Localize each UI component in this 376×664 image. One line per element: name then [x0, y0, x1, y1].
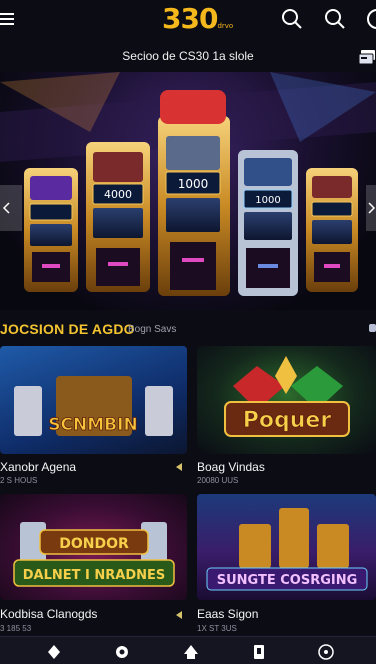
- slot-icon[interactable]: [249, 642, 269, 662]
- slot-machine-4: 1000: [238, 150, 298, 296]
- section-subtitle[interactable]: Bogn Savs: [128, 324, 176, 335]
- slot-machines-illustration: 4000 1000 1000: [0, 72, 376, 296]
- chip-icon[interactable]: [112, 642, 132, 662]
- game-art-3: DONDOR DALNET I NRADNES: [13, 522, 175, 587]
- menu-icon[interactable]: [0, 10, 18, 28]
- logo-text: 330: [162, 2, 218, 35]
- home-icon[interactable]: [181, 642, 201, 662]
- chevron-right-icon: [368, 202, 376, 214]
- promo-text: Secioo de CS30 1a slole: [122, 49, 254, 63]
- search-icon[interactable]: [324, 8, 346, 30]
- top-header: 330drvo: [0, 0, 376, 42]
- card-icon[interactable]: [359, 49, 376, 65]
- hero-banner[interactable]: 4000 1000 1000: [0, 72, 376, 310]
- slot-machine-5: [306, 168, 358, 292]
- section-header: JOCSION DE AGDO Bogn Savs: [0, 316, 376, 344]
- brand-logo[interactable]: 330drvo: [162, 2, 233, 35]
- game-art-4: SUNGTE COSRGING: [206, 508, 368, 591]
- banner-prev-button[interactable]: [0, 185, 22, 231]
- game-art-3-text-b: DALNET I NRADNES: [23, 568, 166, 583]
- game-art-2-text: Poquer: [243, 408, 332, 433]
- account-icon[interactable]: [316, 642, 336, 662]
- game-art-1: SCNMBIN: [14, 376, 173, 436]
- machine-2-counter: 4000: [104, 188, 132, 201]
- play-arrow-icon[interactable]: [176, 463, 182, 471]
- game-art-2: Poquer: [224, 356, 350, 437]
- search-icon[interactable]: [281, 8, 303, 30]
- diamond-icon[interactable]: [44, 642, 64, 662]
- game-card-1-title[interactable]: Xanobr Agena: [0, 460, 76, 474]
- banner-next-button[interactable]: [366, 185, 376, 231]
- bottom-nav: [0, 636, 376, 664]
- game-card-2[interactable]: Poquer: [197, 346, 376, 454]
- slot-machine-1: [24, 168, 78, 292]
- game-art-4-text: SUNGTE COSRGING: [217, 573, 358, 588]
- slot-machine-2: 4000: [86, 142, 150, 292]
- promo-bar: Secioo de CS30 1a slole: [0, 42, 376, 72]
- game-card-1[interactable]: SCNMBIN: [0, 346, 187, 454]
- slot-machine-3: 1000: [158, 90, 230, 296]
- game-art-1-text: SCNMBIN: [48, 415, 137, 435]
- chevron-left-icon: [2, 202, 10, 214]
- profile-icon[interactable]: [366, 8, 376, 30]
- machine-3-counter: 1000: [178, 177, 209, 191]
- game-card-2-title[interactable]: Boag Vindas: [197, 460, 265, 474]
- game-card-2-sub: 20080 UUS: [197, 476, 239, 485]
- game-card-3-title[interactable]: Kodbisa Clanogds: [0, 607, 97, 621]
- game-card-3-sub: 3 185 53: [0, 624, 32, 633]
- play-arrow-icon[interactable]: [176, 611, 182, 619]
- section-title: JOCSION DE AGDO: [0, 321, 135, 337]
- game-card-4[interactable]: SUNGTE COSRGING: [197, 494, 376, 600]
- logo-small-text: drvo: [217, 22, 234, 30]
- game-card-4-title[interactable]: Eaas Sigon: [197, 607, 258, 621]
- section-more-icon[interactable]: [369, 324, 376, 332]
- game-card-3[interactable]: DONDOR DALNET I NRADNES: [0, 494, 187, 600]
- game-art-3-text-a: DONDOR: [59, 536, 129, 552]
- game-card-1-sub: 2 S HOUS: [0, 476, 38, 485]
- game-card-4-sub: 1X ST 3US: [197, 624, 237, 633]
- machine-4-counter: 1000: [255, 195, 280, 206]
